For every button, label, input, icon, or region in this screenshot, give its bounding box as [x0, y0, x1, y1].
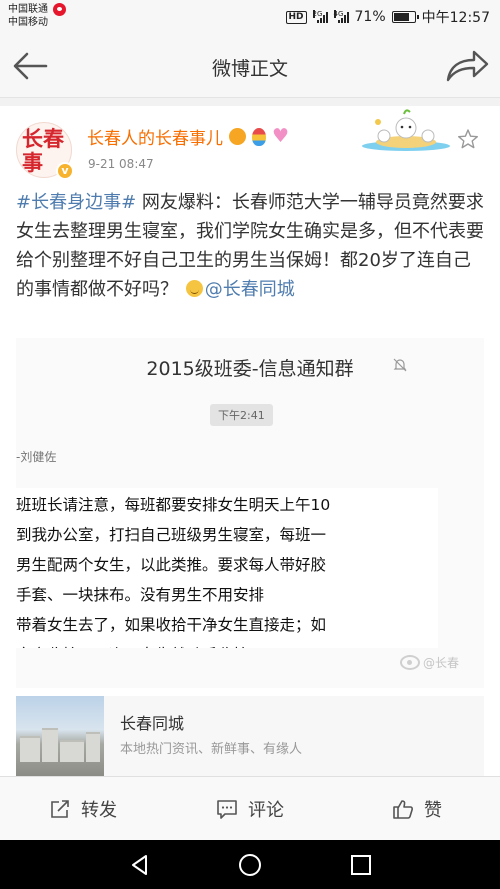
post-text: #长春身边事# 网友爆料：长春师范大学一辅导员竟然要求女生去整理男生寝室，我们学… [16, 188, 486, 304]
chat-group-title: 2015级班委-信息通知群 [146, 358, 354, 380]
comment-button[interactable]: 评论 [167, 777, 333, 841]
share-icon[interactable] [444, 46, 490, 84]
signal-icon: 4G [333, 10, 349, 23]
clock: 中午12:57 [421, 10, 490, 26]
weibo-notification-icon [53, 3, 66, 16]
verified-badge-icon: v [56, 162, 74, 180]
like-label: 赞 [424, 800, 442, 821]
chat-timestamp: 下午2:41 [210, 404, 273, 426]
repost-icon [51, 800, 69, 818]
favorite-star-icon[interactable] [457, 128, 479, 150]
page-title: 微博正文 [211, 58, 288, 80]
carrier-name-1: 中国联通 [8, 4, 48, 15]
repost-label: 转发 [81, 800, 117, 821]
network-type-2: 4G [333, 10, 344, 18]
comment-icon [217, 800, 237, 819]
image-watermark: @长春 [400, 654, 459, 671]
network-type-1: 2G [312, 10, 323, 18]
comment-label: 评论 [248, 800, 284, 821]
like-button[interactable]: 赞 [334, 777, 500, 841]
mention-link[interactable]: @长春同城 [205, 279, 295, 300]
hd-badge: HD [285, 10, 307, 24]
thumbs-up-icon [393, 800, 413, 819]
emoji-face-icon [229, 128, 246, 145]
carrier-name-2: 中国移动 [8, 17, 48, 28]
source-description: 本地热门资讯、新鲜事、有缘人 [120, 742, 303, 757]
battery-icon [391, 11, 419, 23]
status-indicators: HD 2G 4G 71% 中午12:57 [285, 7, 490, 27]
status-bar: 中国联通 中国移动 HD 2G 4G 71% 中午12:57 [0, 0, 500, 34]
heart-icon: ♥ [272, 125, 290, 147]
chat-message: 班班长请注意，每班都要安排女生明天上午10 到我办公室，打扫自己班级男生寝室，每… [16, 488, 438, 648]
island-decoration-icon [362, 109, 450, 151]
source-thumbnail [16, 696, 104, 776]
post-time: 9-21 08:47 [88, 157, 154, 171]
signal-icon: 2G [312, 10, 328, 23]
mute-bell-icon [393, 358, 407, 372]
hot-air-balloon-icon [252, 127, 266, 146]
nav-back-triangle-icon[interactable] [128, 853, 152, 877]
weibo-watermark-icon [400, 655, 420, 670]
post-card: 长春事 v 长春人的长春事儿 ♥ 9-21 08:47 #长春身边事# 网友爆料… [0, 106, 500, 776]
top-nav-bar: 微博正文 [0, 34, 500, 98]
action-bar: 转发 评论 赞 [0, 776, 500, 840]
source-title: 长春同城 [120, 714, 185, 733]
android-nav-bar [0, 840, 500, 889]
hashtag-link[interactable]: #长春身边事# [16, 192, 136, 213]
nav-recents-square-icon[interactable] [349, 853, 373, 877]
username[interactable]: 长春人的长春事儿 [87, 124, 223, 149]
source-card[interactable]: 长春同城 本地热门资讯、新鲜事、有缘人 [16, 696, 484, 776]
chat-sender: -刘健佐 [16, 450, 57, 464]
battery-percent: 71% [354, 9, 386, 25]
smile-emoji-icon [185, 280, 203, 297]
user-row: 长春人的长春事儿 ♥ [87, 124, 292, 150]
watermark-text: @长春 [423, 656, 460, 670]
repost-button[interactable]: 转发 [0, 777, 166, 841]
post-image[interactable]: 2015级班委-信息通知群 下午2:41 -刘健佐 班班长请注意，每班都要安排女… [16, 338, 484, 688]
carrier-info: 中国联通 中国移动 [8, 3, 66, 29]
nav-home-circle-icon[interactable] [238, 853, 262, 877]
